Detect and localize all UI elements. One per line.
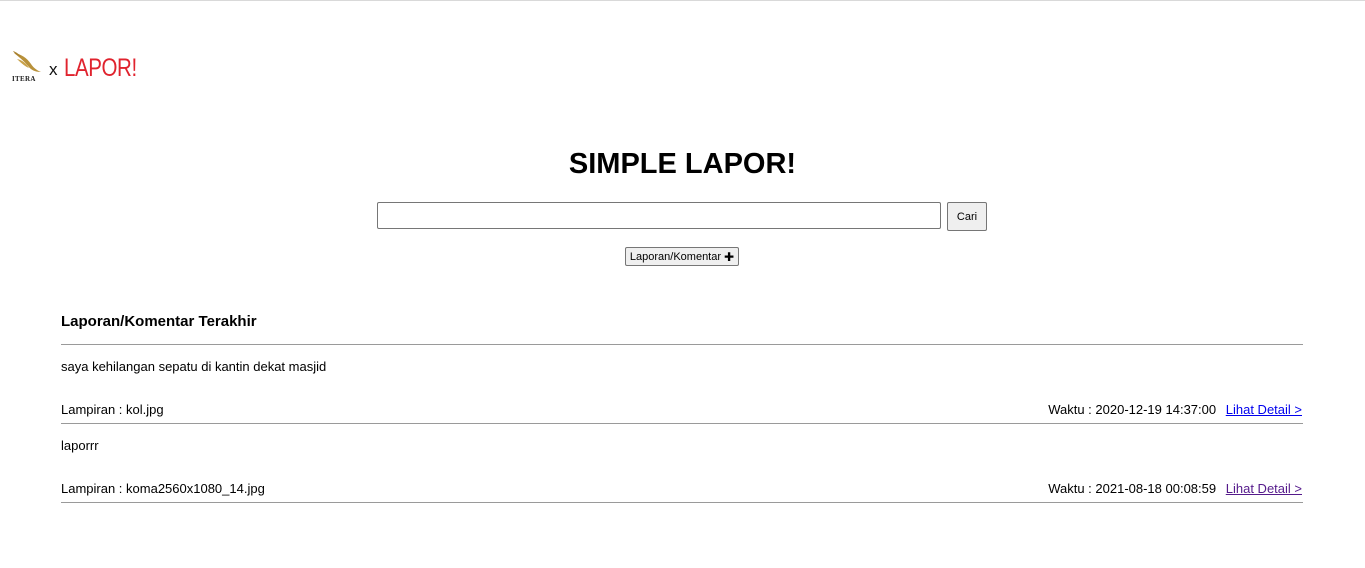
add-report-label: Laporan/Komentar (629, 250, 722, 263)
view-detail-link[interactable]: Lihat Detail > (1226, 481, 1302, 496)
add-report-button[interactable]: Laporan/Komentar ✚ (625, 247, 739, 266)
item-divider (61, 423, 1303, 424)
attachment-label: Lampiran : koma2560x1080_14.jpg (61, 481, 265, 496)
report-meta: Waktu : 2021-08-18 00:08:59 Lihat Detail… (1048, 481, 1302, 496)
attachment-label: Lampiran : kol.jpg (61, 402, 164, 417)
timestamp: Waktu : 2021-08-18 00:08:59 (1048, 481, 1217, 496)
item-divider (61, 502, 1303, 503)
plus-icon: ✚ (724, 249, 735, 264)
section-heading: Laporan/Komentar Terakhir (61, 313, 257, 330)
search-button[interactable]: Cari (947, 202, 987, 231)
view-detail-link[interactable]: Lihat Detail > (1226, 402, 1302, 417)
timestamp: Waktu : 2020-12-19 14:37:00 (1048, 402, 1217, 417)
search-input[interactable] (377, 202, 941, 229)
itera-mark-icon (13, 51, 41, 72)
logo-separator: x (49, 60, 58, 79)
lapor-logo-text: LAPOR! (63, 53, 137, 82)
page-title: SIMPLE LAPOR! (568, 148, 797, 180)
itera-logo: ITERA (11, 50, 43, 84)
site-logo[interactable]: ITERA x LAPOR! (11, 50, 152, 84)
top-border (0, 0, 1365, 1)
section-divider (61, 344, 1303, 345)
report-meta: Waktu : 2020-12-19 14:37:00 Lihat Detail… (1048, 402, 1302, 417)
report-text: saya kehilangan sepatu di kantin dekat m… (61, 359, 327, 374)
itera-text: ITERA (12, 75, 36, 83)
report-text: laporrr (61, 438, 99, 453)
